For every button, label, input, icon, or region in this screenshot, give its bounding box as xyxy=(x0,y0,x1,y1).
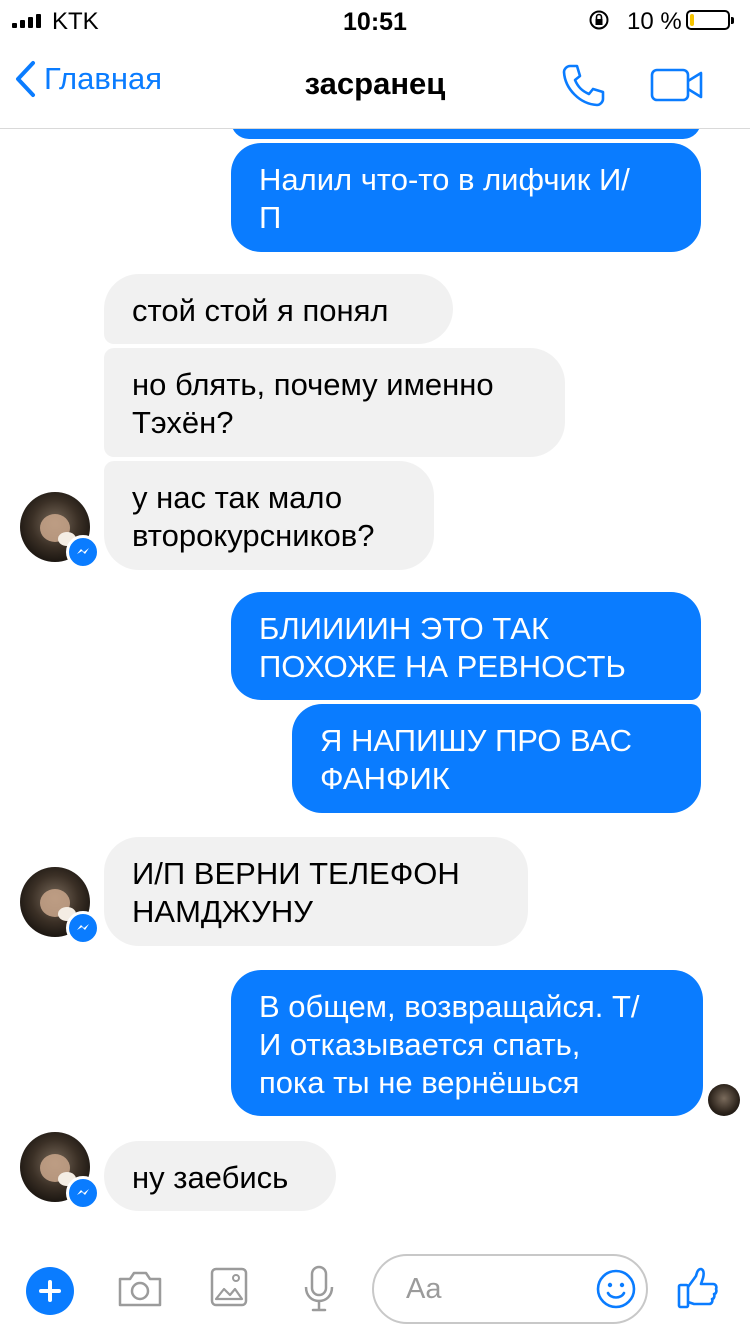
battery-level xyxy=(690,14,694,26)
message-composer: Aa xyxy=(0,1240,750,1334)
message-bubble-incoming[interactable]: но блять, почему именно Тэхён? xyxy=(104,348,565,457)
plus-button[interactable] xyxy=(26,1267,74,1315)
camera-icon[interactable] xyxy=(116,1269,164,1309)
thumbs-up-icon[interactable] xyxy=(676,1266,720,1310)
phone-icon[interactable] xyxy=(560,62,606,108)
navigation-bar: Главная засранец xyxy=(0,40,750,129)
message-bubble-outgoing[interactable]: Налил что-то в лифчик И/ П xyxy=(231,143,701,252)
message-bubble-outgoing[interactable]: Я НАПИШУ ПРО ВАС ФАНФИК xyxy=(292,704,701,813)
messenger-badge-icon xyxy=(66,535,100,569)
messenger-badge-icon xyxy=(66,1176,100,1210)
plus-icon xyxy=(39,1280,61,1302)
message-bubble-incoming[interactable]: ну заебись xyxy=(104,1141,336,1211)
status-bar: KTK 10:51 10 % xyxy=(0,0,750,40)
image-icon[interactable] xyxy=(210,1267,248,1307)
emoji-icon[interactable] xyxy=(596,1269,636,1309)
video-camera-icon[interactable] xyxy=(650,68,704,102)
read-receipt-avatar xyxy=(708,1084,740,1116)
message-bubble-outgoing[interactable]: В общем, возвращайся. Т/ И отказывается … xyxy=(231,970,703,1116)
microphone-icon[interactable] xyxy=(302,1265,336,1313)
messenger-badge-icon xyxy=(66,911,100,945)
message-list[interactable]: Налил что-то в лифчик И/ П стой стой я п… xyxy=(0,129,750,1239)
conversation-title: засранец xyxy=(304,66,446,101)
message-bubble-incoming[interactable]: стой стой я понял xyxy=(104,274,453,344)
message-input-placeholder: Aa xyxy=(406,1273,442,1305)
message-bubble-partial xyxy=(231,129,701,139)
battery-percent: 10 % xyxy=(627,8,682,35)
message-bubble-outgoing[interactable]: БЛИИИИН ЭТО ТАК ПОХОЖЕ НА РЕВНОСТЬ xyxy=(231,592,701,700)
message-input[interactable]: Aa xyxy=(372,1254,648,1324)
rotation-lock-icon xyxy=(589,10,609,30)
message-bubble-incoming[interactable]: И/П ВЕРНИ ТЕЛЕФОН НАМДЖУНУ xyxy=(104,837,528,946)
message-bubble-incoming[interactable]: у нас так мало второкурсников? xyxy=(104,461,434,570)
battery-icon xyxy=(686,10,734,30)
